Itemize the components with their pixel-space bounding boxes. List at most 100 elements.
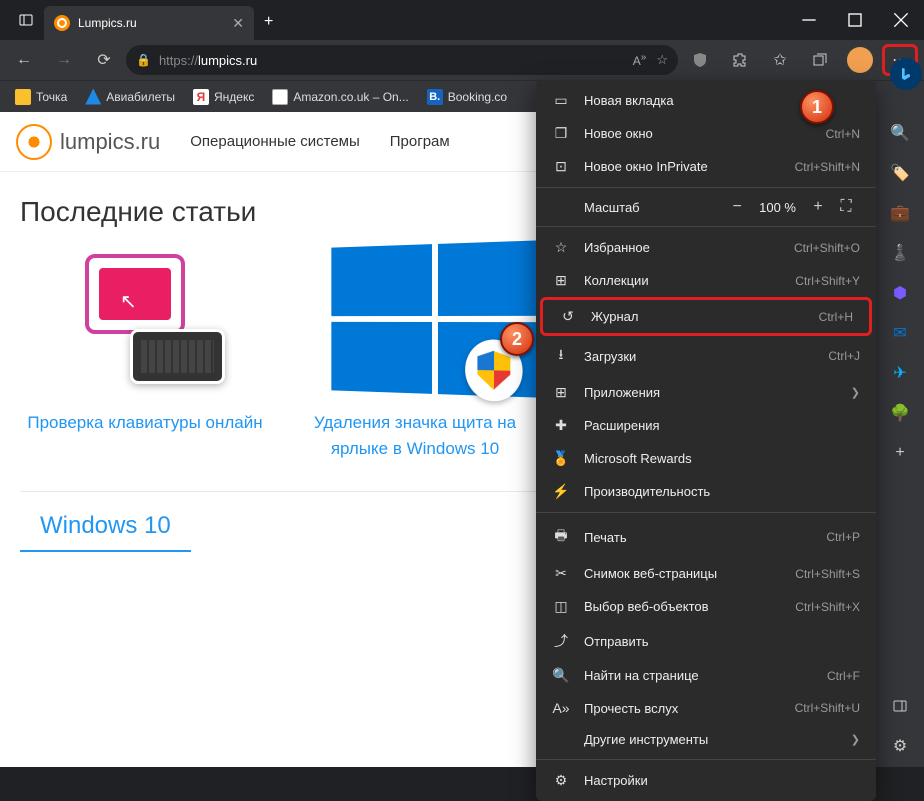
menu-web-select[interactable]: ◫Выбор веб-объектовCtrl+Shift+X — [536, 590, 876, 623]
menu-downloads[interactable]: ⭳ЗагрузкиCtrl+J — [536, 336, 876, 376]
sidebar-panel-icon[interactable] — [889, 695, 911, 717]
menu-new-inprivate[interactable]: ⊡Новое окно InPrivateCtrl+Shift+N — [536, 150, 876, 183]
fullscreen-button[interactable]: ⛶ — [832, 198, 860, 216]
star-icon: ☆ — [552, 239, 570, 256]
edge-sidebar: 🔍 🏷️ 💼 ♟️ ⬢ ✉ ✈ 🌳 + ⚙ — [876, 112, 924, 767]
article-card[interactable]: ↖ Проверка клавиатуры онлайн — [20, 244, 270, 461]
nav-os[interactable]: Операционные системы — [190, 133, 360, 150]
section-win10-title[interactable]: Windows 10 — [20, 502, 191, 552]
collections-icon: ⊞ — [552, 272, 570, 289]
menu-share[interactable]: ⤴Отправить — [536, 623, 876, 659]
lock-icon[interactable]: 🔒 — [136, 53, 151, 67]
menu-history[interactable]: ↺ЖурналCtrl+H — [540, 297, 872, 336]
messenger-icon[interactable]: ✈ — [889, 362, 911, 384]
add-sidebar-icon[interactable]: + — [889, 442, 911, 464]
new-tab-icon: ▭ — [552, 92, 570, 109]
collections-icon[interactable] — [802, 44, 838, 76]
menu-separator — [536, 759, 876, 760]
address-bar[interactable]: 🔒 https://lumpics.ru A» ☆ — [126, 45, 678, 75]
url-protocol: https:// — [159, 53, 198, 68]
bookmark-item[interactable]: B.Booking.co — [420, 86, 514, 108]
menu-screenshot[interactable]: ✂Снимок веб-страницыCtrl+Shift+S — [536, 557, 876, 590]
card-title: Проверка клавиатуры онлайн — [20, 410, 270, 436]
menu-separator — [536, 226, 876, 227]
menu-separator — [536, 512, 876, 513]
menu-zoom: Масштаб − 100 % + ⛶ — [536, 192, 876, 222]
menu-more-tools[interactable]: Другие инструменты❯ — [536, 724, 876, 755]
new-tab-button[interactable]: + — [254, 13, 283, 31]
tab-title: Lumpics.ru — [78, 16, 224, 30]
tab-close-icon[interactable]: ✕ — [232, 15, 244, 32]
url-host: lumpics.ru — [198, 53, 257, 68]
favorite-icon[interactable]: ☆ — [656, 52, 668, 68]
menu-collections[interactable]: ⊞КоллекцииCtrl+Shift+Y — [536, 264, 876, 297]
office-icon[interactable]: ⬢ — [889, 282, 911, 304]
screenshot-icon: ✂ — [552, 565, 570, 582]
reader-icon[interactable]: A» — [633, 52, 647, 68]
select-icon: ◫ — [552, 598, 570, 615]
bookmark-label: Яндекс — [214, 90, 254, 104]
rewards-icon: 🏅 — [552, 450, 570, 467]
find-icon: 🔍 — [552, 667, 570, 684]
logo-icon — [16, 124, 52, 160]
read-aloud-icon: A» — [552, 700, 570, 716]
callout-2: 2 — [500, 322, 534, 356]
menu-find[interactable]: 🔍Найти на страницеCtrl+F — [536, 659, 876, 692]
titlebar: Lumpics.ru ✕ + — [0, 0, 924, 40]
outlook-icon[interactable]: ✉ — [889, 322, 911, 344]
nav-programs[interactable]: Програм — [390, 133, 450, 150]
zoom-out-button[interactable]: − — [723, 198, 751, 216]
back-button[interactable]: ← — [6, 44, 42, 76]
bookmark-item[interactable]: Авиабилеты — [78, 86, 182, 108]
site-logo[interactable]: lumpics.ru — [16, 124, 160, 160]
gear-icon: ⚙ — [552, 772, 570, 789]
bookmark-label: Точка — [36, 90, 67, 104]
window-controls — [786, 0, 924, 40]
bookmark-label: Amazon.co.uk – On... — [293, 90, 408, 104]
games-icon[interactable]: ♟️ — [889, 242, 911, 264]
history-icon: ↺ — [559, 308, 577, 325]
zoom-in-button[interactable]: + — [804, 198, 832, 216]
chevron-right-icon: ❯ — [851, 733, 860, 746]
zoom-label: Масштаб — [552, 200, 723, 215]
shield-icon[interactable] — [682, 44, 718, 76]
bookmark-label: Авиабилеты — [106, 90, 175, 104]
share-icon: ⤴ — [552, 631, 570, 651]
apps-icon: ⊞ — [552, 384, 570, 401]
menu-favorites[interactable]: ☆ИзбранноеCtrl+Shift+O — [536, 231, 876, 264]
tab-actions-icon[interactable] — [8, 4, 44, 36]
search-icon[interactable]: 🔍 — [889, 122, 911, 144]
browser-tab[interactable]: Lumpics.ru ✕ — [44, 6, 254, 40]
menu-settings[interactable]: ⚙Настройки — [536, 764, 876, 797]
close-button[interactable] — [878, 0, 924, 40]
toolbar: ← → ⟳ 🔒 https://lumpics.ru A» ☆ ✩ ⋯ — [0, 40, 924, 80]
performance-icon: ⚡ — [552, 483, 570, 500]
extensions-icon[interactable] — [722, 44, 758, 76]
bookmark-item[interactable]: Точка — [8, 86, 74, 108]
inprivate-icon: ⊡ — [552, 158, 570, 175]
sidebar-settings-icon[interactable]: ⚙ — [889, 735, 911, 757]
menu-extensions[interactable]: ✚Расширения — [536, 409, 876, 442]
article-card[interactable]: Удаления значка щита на ярлыке в Windows… — [290, 244, 540, 461]
print-icon: 🖶 — [552, 525, 570, 549]
favorites-star-icon[interactable]: ✩ — [762, 44, 798, 76]
menu-apps[interactable]: ⊞Приложения❯ — [536, 376, 876, 409]
maximize-button[interactable] — [832, 0, 878, 40]
profile-avatar[interactable] — [842, 44, 878, 76]
minimize-button[interactable] — [786, 0, 832, 40]
refresh-button[interactable]: ⟳ — [86, 44, 122, 76]
menu-print[interactable]: 🖶ПечатьCtrl+P — [536, 517, 876, 557]
bookmark-item[interactable]: Amazon.co.uk – On... — [265, 86, 415, 108]
menu-performance[interactable]: ⚡Производительность — [536, 475, 876, 508]
forward-button: → — [46, 44, 82, 76]
menu-rewards[interactable]: 🏅Microsoft Rewards — [536, 442, 876, 475]
tree-icon[interactable]: 🌳 — [889, 402, 911, 424]
tools-icon[interactable]: 💼 — [889, 202, 911, 224]
bing-sidebar-icon[interactable] — [890, 58, 922, 90]
chevron-right-icon: ❯ — [851, 386, 860, 399]
shopping-icon[interactable]: 🏷️ — [889, 162, 911, 184]
menu-read-aloud[interactable]: A»Прочесть вслухCtrl+Shift+U — [536, 692, 876, 724]
download-icon: ⭳ — [552, 344, 570, 368]
bookmark-item[interactable]: ЯЯндекс — [186, 86, 261, 108]
logo-text: lumpics.ru — [60, 129, 160, 155]
